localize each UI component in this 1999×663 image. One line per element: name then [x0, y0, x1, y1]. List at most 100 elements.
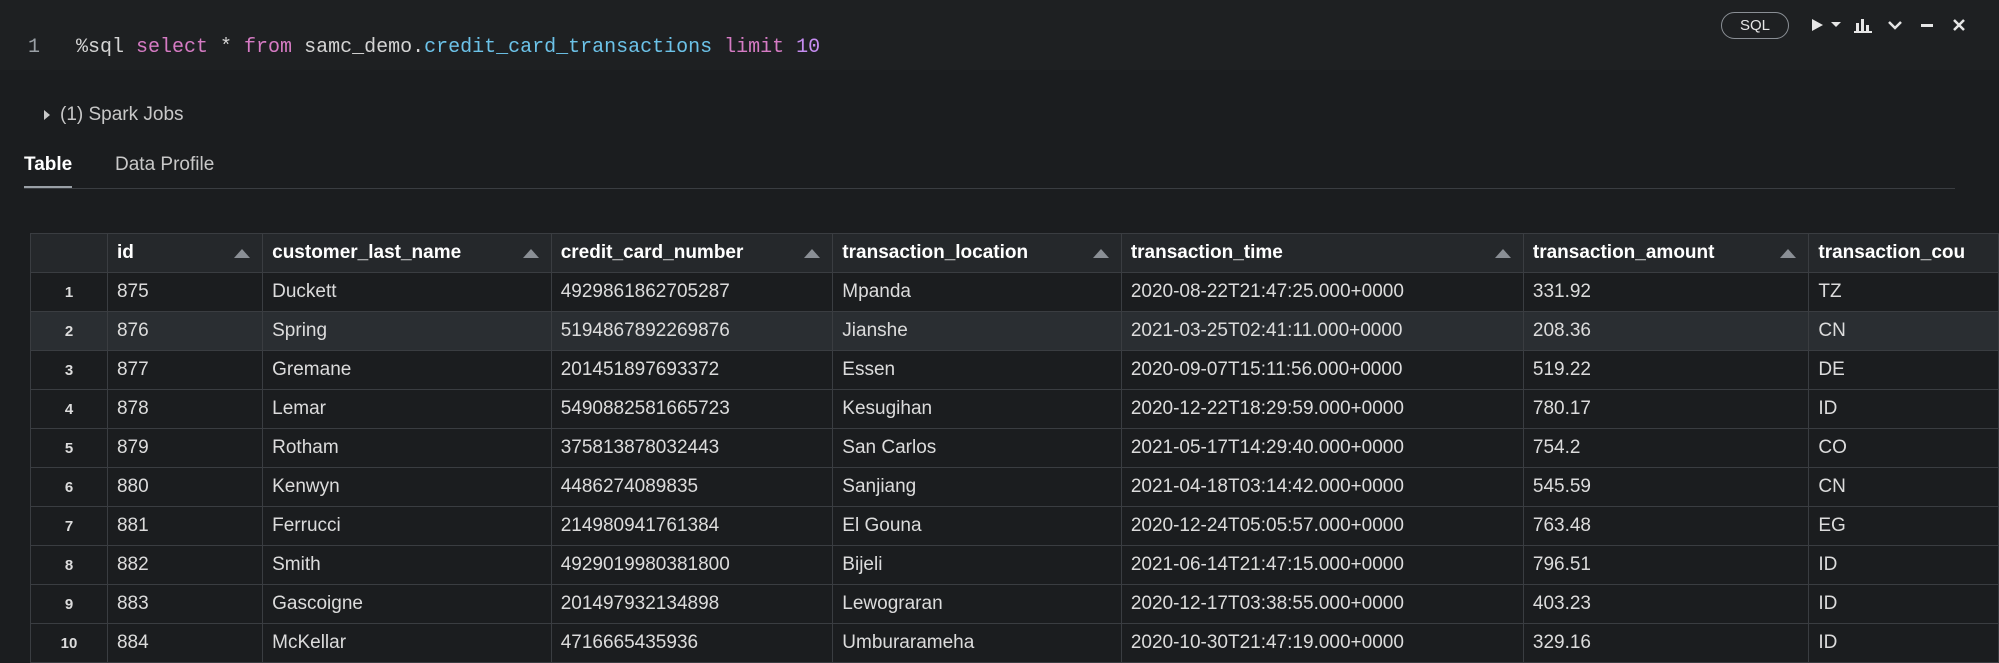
table-cell: Gascoigne — [262, 584, 552, 624]
table-cell: CN — [1808, 467, 1999, 507]
table-cell: 375813878032443 — [550, 428, 834, 468]
sql-schema: samc_demo. — [292, 36, 425, 59]
sort-icon[interactable] — [1494, 249, 1511, 258]
table-cell: 2020-12-24T05:05:57.000+0000 — [1120, 506, 1524, 546]
table-row[interactable]: 6 880 Kenwyn 4486274089835 Sanjiang 2021-04-1… — [30, 467, 1999, 507]
table-cell: 403.23 — [1522, 584, 1810, 624]
sort-icon[interactable] — [234, 249, 251, 258]
table-cell: Mpanda — [832, 272, 1122, 312]
code-cell[interactable]: 1 %sql select * from samc_demo.credit_ca… — [0, 0, 1999, 70]
sql-keyword-from: from — [244, 36, 293, 59]
table-cell: 2021-05-17T14:29:40.000+0000 — [1120, 428, 1524, 468]
tab-data-profile[interactable]: Data Profile — [115, 154, 214, 176]
table-row[interactable]: 10 884 McKellar 4716665435936 Umburarameha 20… — [30, 623, 1999, 663]
table-cell: 329.16 — [1522, 623, 1810, 663]
table-header-row: id customer_last_name credit_card_number… — [30, 233, 1999, 273]
sort-icon[interactable] — [1780, 249, 1797, 258]
table-row[interactable]: 1 875 Duckett 4929861862705287 Mpanda 2020-08… — [30, 272, 1999, 312]
table-cell: EG — [1808, 506, 1999, 546]
table-cell: 545.59 — [1522, 467, 1810, 507]
table-cell: CO — [1808, 428, 1999, 468]
column-header-transaction-time[interactable]: transaction_time — [1120, 233, 1524, 273]
chart-icon[interactable] — [1851, 13, 1875, 37]
table-cell: 780.17 — [1522, 389, 1810, 429]
table-cell: 796.51 — [1522, 545, 1810, 585]
table-cell: ID — [1808, 584, 1999, 624]
table-row[interactable]: 4 878 Lemar 5490882581665723 Kesugihan 2020-1… — [30, 389, 1999, 429]
table-row[interactable]: 5 879 Rotham 375813878032443 San Carlos 2021-… — [30, 428, 1999, 468]
row-number: 5 — [30, 428, 108, 468]
table-cell: 2021-06-14T21:47:15.000+0000 — [1120, 545, 1524, 585]
table-cell: 331.92 — [1522, 272, 1810, 312]
table-cell: Gremane — [262, 350, 552, 390]
table-cell: 2020-09-07T15:11:56.000+0000 — [1120, 350, 1524, 390]
table-cell: Lemar — [262, 389, 552, 429]
table-cell: 4716665435936 — [550, 623, 834, 663]
table-cell: Sanjiang — [832, 467, 1122, 507]
column-header-credit-card-number[interactable]: credit_card_number — [550, 233, 834, 273]
table-cell: 883 — [106, 584, 264, 624]
table-cell: 214980941761384 — [550, 506, 834, 546]
results-table: id customer_last_name credit_card_number… — [30, 233, 1999, 663]
table-cell: 2020-10-30T21:47:19.000+0000 — [1120, 623, 1524, 663]
sql-table-name: credit_card_transactions — [424, 36, 713, 59]
row-number: 6 — [30, 467, 108, 507]
table-cell: CN — [1808, 311, 1999, 351]
table-cell: 2021-03-25T02:41:11.000+0000 — [1120, 311, 1524, 351]
row-number: 9 — [30, 584, 108, 624]
table-cell: 2020-12-22T18:29:59.000+0000 — [1120, 389, 1524, 429]
table-row[interactable]: 9 883 Gascoigne 201497932134898 Lewograran 20… — [30, 584, 1999, 624]
column-header-transaction-location[interactable]: transaction_location — [832, 233, 1122, 273]
language-badge[interactable]: SQL — [1720, 11, 1789, 39]
table-cell: 879 — [106, 428, 264, 468]
table-cell: 4929861862705287 — [550, 272, 834, 312]
table-cell: 880 — [106, 467, 264, 507]
table-cell: Essen — [832, 350, 1122, 390]
table-cell: DE — [1808, 350, 1999, 390]
table-cell: El Gouna — [832, 506, 1122, 546]
table-cell: 4486274089835 — [550, 467, 834, 507]
row-number: 1 — [30, 272, 108, 312]
sql-keyword-limit: limit — [712, 36, 785, 59]
table-cell: TZ — [1808, 272, 1999, 312]
row-number: 2 — [30, 311, 108, 351]
table-cell: Umburarameha — [832, 623, 1122, 663]
collapse-chevron-icon[interactable] — [1883, 13, 1907, 37]
chevron-down-icon[interactable] — [1829, 13, 1843, 37]
minimize-icon[interactable] — [1915, 13, 1939, 37]
results-table-container[interactable]: id customer_last_name credit_card_number… — [30, 233, 1999, 663]
table-cell: 208.36 — [1522, 311, 1810, 351]
table-cell: Rotham — [262, 428, 552, 468]
table-cell: Ferrucci — [262, 506, 552, 546]
table-cell: 763.48 — [1522, 506, 1810, 546]
table-row[interactable]: 7 881 Ferrucci 214980941761384 El Gouna 2020-… — [30, 506, 1999, 546]
spark-jobs-toggle[interactable]: (1) Spark Jobs — [42, 104, 184, 126]
table-row[interactable]: 3 877 Gremane 201451897693372 Essen 2020-09-0… — [30, 350, 1999, 390]
table-cell: Smith — [262, 545, 552, 585]
sort-icon[interactable] — [522, 249, 539, 258]
table-row[interactable]: 8 882 Smith 4929019980381800 Bijeli 2021-06-1… — [30, 545, 1999, 585]
column-header-transaction-amount[interactable]: transaction_amount — [1522, 233, 1810, 273]
table-cell: Kenwyn — [262, 467, 552, 507]
sort-icon[interactable] — [804, 249, 821, 258]
sql-star: * — [208, 36, 245, 59]
table-cell: 881 — [106, 506, 264, 546]
sql-magic: %sql — [76, 36, 137, 59]
column-header-customer-last-name[interactable]: customer_last_name — [262, 233, 552, 273]
table-cell: San Carlos — [832, 428, 1122, 468]
sort-icon[interactable] — [1092, 249, 1109, 258]
run-icon[interactable] — [1805, 13, 1829, 37]
table-cell: 201451897693372 — [550, 350, 834, 390]
column-header-transaction-country[interactable]: transaction_cou — [1808, 233, 1999, 273]
close-icon[interactable] — [1947, 13, 1971, 37]
sql-code[interactable]: %sql select * from samc_demo.credit_card… — [76, 36, 820, 59]
tab-table[interactable]: Table — [24, 154, 73, 188]
table-cell: 2020-12-17T03:38:55.000+0000 — [1120, 584, 1524, 624]
table-cell: ID — [1808, 623, 1999, 663]
table-cell: 876 — [106, 311, 264, 351]
table-cell: 2020-08-22T21:47:25.000+0000 — [1120, 272, 1524, 312]
sql-limit-value: 10 — [784, 36, 821, 59]
table-cell: 875 — [106, 272, 264, 312]
column-header-id[interactable]: id — [106, 233, 264, 273]
table-row[interactable]: 2 876 Spring 5194867892269876 Jianshe 2021-03… — [30, 311, 1999, 351]
